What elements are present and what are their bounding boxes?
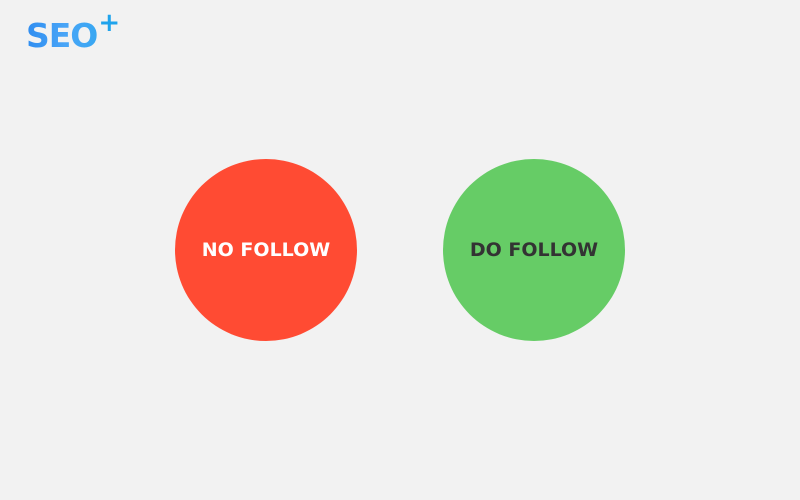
logo-plus: + [98, 8, 121, 38]
seo-plus-logo: SEO + [26, 10, 120, 60]
do-follow-circle: DO FOLLOW [443, 159, 625, 341]
no-follow-label: NO FOLLOW [201, 239, 331, 261]
do-follow-label: DO FOLLOW [469, 239, 599, 261]
logo-text: SEO [26, 14, 98, 58]
no-follow-circle: NO FOLLOW [175, 159, 357, 341]
